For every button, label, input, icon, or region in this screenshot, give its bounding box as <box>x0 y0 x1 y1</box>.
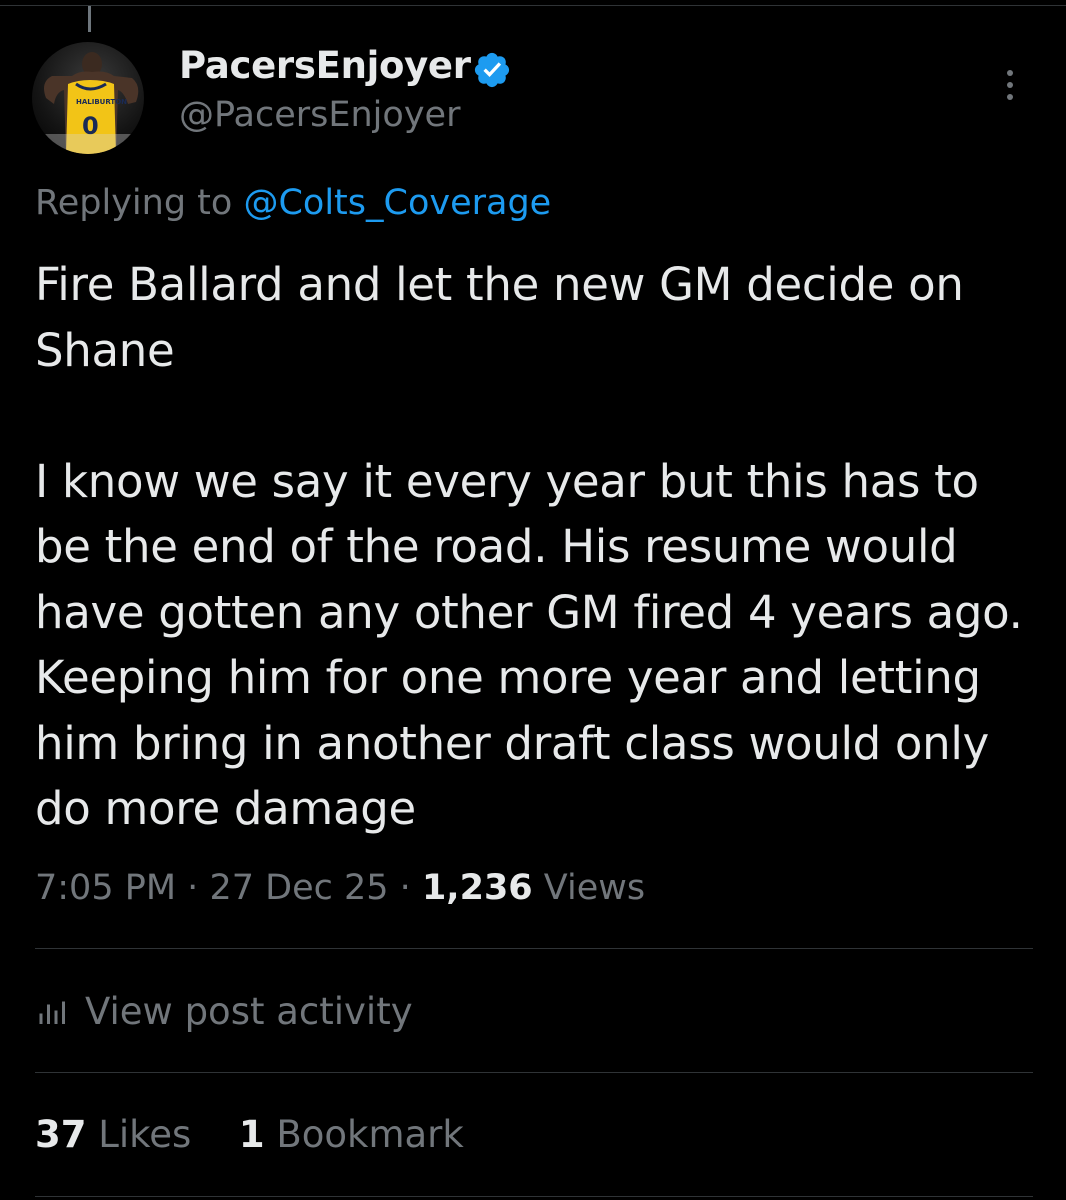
svg-text:HALIBURTON: HALIBURTON <box>76 98 127 106</box>
activity-label: View post activity <box>85 990 413 1033</box>
post-date[interactable]: 27 Dec 25 <box>209 868 388 908</box>
avatar[interactable]: HALIBURTON 0 <box>32 42 144 154</box>
display-name[interactable]: PacersEnjoyer <box>179 44 471 87</box>
likes-label[interactable]: Likes <box>98 1113 191 1156</box>
post-meta: 7:05 PM · 27 Dec 25 · 1,236 Views <box>35 868 645 908</box>
engagement-stats: 37 Likes 1 Bookmark <box>35 1113 464 1156</box>
bookmarks-count[interactable]: 1 <box>239 1113 265 1156</box>
avatar-image: HALIBURTON 0 <box>32 52 144 154</box>
replying-to: Replying to @Colts_Coverage <box>35 183 551 223</box>
top-divider <box>0 5 1066 6</box>
replying-to-link[interactable]: @Colts_Coverage <box>243 183 551 223</box>
meta-separator: · <box>399 868 411 908</box>
divider <box>35 948 1033 949</box>
more-options-button[interactable] <box>990 60 1030 110</box>
more-options-icon <box>1007 70 1013 76</box>
verified-badge-icon <box>474 52 510 88</box>
likes-count[interactable]: 37 <box>35 1113 87 1156</box>
view-post-activity-button[interactable]: View post activity <box>35 990 413 1033</box>
meta-separator: · <box>187 868 199 908</box>
post-text: Fire Ballard and let the new GM decide o… <box>35 258 1023 835</box>
thread-connector-line <box>88 6 91 32</box>
analytics-icon <box>39 1001 65 1024</box>
replying-prefix: Replying to <box>35 183 233 223</box>
divider <box>35 1072 1033 1073</box>
post-time[interactable]: 7:05 PM <box>35 868 176 908</box>
bottom-divider <box>35 1196 1033 1197</box>
user-handle[interactable]: @PacersEnjoyer <box>179 95 460 135</box>
views-count: 1,236 <box>421 868 533 908</box>
bookmarks-label[interactable]: Bookmark <box>276 1113 463 1156</box>
views-label: Views <box>543 868 646 908</box>
